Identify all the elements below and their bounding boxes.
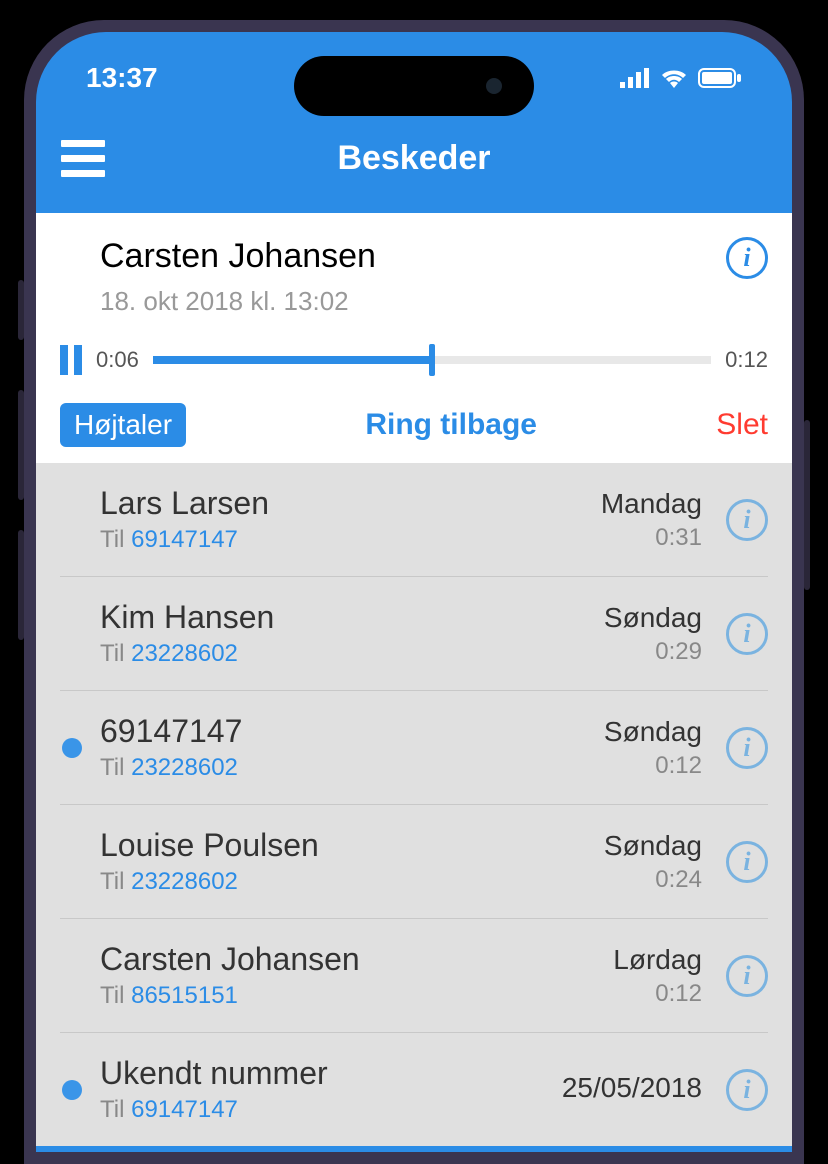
- message-meta: Mandag 0:31: [601, 488, 702, 552]
- message-day: Søndag: [604, 602, 702, 634]
- page-title: Beskeder: [337, 139, 490, 178]
- menu-icon[interactable]: [61, 140, 105, 177]
- message-recipient: Til 23228602: [100, 754, 588, 782]
- nav-bar: Beskeder: [36, 104, 792, 213]
- callback-button[interactable]: Ring tilbage: [365, 408, 537, 442]
- message-recipient: Til 23228602: [100, 640, 588, 668]
- notch: [294, 56, 534, 116]
- info-icon[interactable]: i: [726, 1069, 768, 1111]
- side-button: [18, 280, 24, 340]
- message-recipient: Til 23228602: [100, 868, 588, 896]
- info-icon[interactable]: i: [726, 841, 768, 883]
- message-duration: 0:31: [601, 524, 702, 552]
- recipient-number: 86515151: [131, 982, 238, 1009]
- message-day: Søndag: [604, 830, 702, 862]
- player-caller-name: Carsten Johansen: [60, 237, 376, 276]
- recipient-number: 23228602: [131, 868, 238, 895]
- message-list: Lars LarsenTil 69147147Mandag0:31iKim Ha…: [36, 463, 792, 1146]
- message-recipient: Til 69147147: [100, 526, 585, 554]
- message-caller-name: Louise Poulsen: [100, 827, 588, 864]
- content: Carsten Johansen 18. okt 2018 kl. 13:02 …: [36, 213, 792, 1146]
- message-main: 69147147 Til 23228602: [100, 713, 588, 782]
- message-meta: Søndag 0:24: [604, 830, 702, 894]
- message-main: Louise Poulsen Til 23228602: [100, 827, 588, 896]
- message-main: Kim Hansen Til 23228602: [100, 599, 588, 668]
- message-recipient: Til 69147147: [100, 1096, 546, 1124]
- pause-button[interactable]: [60, 345, 82, 375]
- progress-slider[interactable]: [153, 356, 711, 364]
- phone-frame: 13:37 Beskeder Carsten Johansen 18. okt …: [24, 20, 804, 1164]
- message-caller-name: Ukendt nummer: [100, 1055, 546, 1092]
- message-row[interactable]: Carsten Johansen Til 86515151 Lørdag 0:12 i: [60, 919, 768, 1033]
- unread-indicator-col: [60, 738, 84, 758]
- message-day: Lørdag: [613, 944, 702, 976]
- message-main: Lars Larsen Til 69147147: [100, 485, 585, 554]
- message-row[interactable]: Kim Hansen Til 23228602 Søndag 0:29 i: [60, 577, 768, 691]
- message-main: Ukendt nummer Til 69147147: [100, 1055, 546, 1124]
- message-meta: Lørdag 0:12: [613, 944, 702, 1008]
- message-row[interactable]: Lars Larsen Til 69147147 Mandag 0:31 i: [60, 463, 768, 577]
- side-button: [804, 420, 810, 590]
- message-day: Mandag: [601, 488, 702, 520]
- info-icon[interactable]: i: [726, 237, 768, 279]
- info-icon[interactable]: i: [726, 613, 768, 655]
- recipient-number: 23228602: [131, 640, 238, 667]
- battery-icon: [698, 68, 742, 88]
- progress-fill: [153, 356, 432, 364]
- message-caller-name: Kim Hansen: [100, 599, 588, 636]
- message-meta: Søndag 0:29: [604, 602, 702, 666]
- unread-indicator-col: [60, 1080, 84, 1100]
- side-button: [18, 390, 24, 500]
- message-main: Carsten Johansen Til 86515151: [100, 941, 597, 1010]
- info-icon[interactable]: i: [726, 955, 768, 997]
- unread-dot-icon: [62, 1080, 82, 1100]
- delete-button[interactable]: Slet: [716, 408, 768, 442]
- message-meta: Søndag 0:12: [604, 716, 702, 780]
- wifi-icon: [660, 68, 688, 88]
- info-icon[interactable]: i: [726, 499, 768, 541]
- message-duration: 0:12: [604, 752, 702, 780]
- total-time: 0:12: [725, 347, 768, 373]
- playback-progress: 0:06 0:12: [60, 345, 768, 375]
- message-day: 25/05/2018: [562, 1072, 702, 1104]
- message-row[interactable]: 69147147 Til 23228602 Søndag 0:12 i: [60, 691, 768, 805]
- side-button: [18, 530, 24, 640]
- message-row[interactable]: Ukendt nummer Til 69147147 25/05/2018 i: [60, 1033, 768, 1146]
- progress-handle[interactable]: [429, 344, 435, 376]
- recipient-number: 69147147: [131, 526, 238, 553]
- speaker-button[interactable]: Højtaler: [60, 403, 186, 447]
- screen: 13:37 Beskeder Carsten Johansen 18. okt …: [36, 32, 792, 1152]
- unread-dot-icon: [62, 738, 82, 758]
- info-icon[interactable]: i: [726, 727, 768, 769]
- message-recipient: Til 86515151: [100, 982, 597, 1010]
- message-duration: 0:29: [604, 638, 702, 666]
- signal-icon: [620, 68, 650, 88]
- player-date: 18. okt 2018 kl. 13:02: [60, 286, 376, 317]
- message-day: Søndag: [604, 716, 702, 748]
- message-duration: 0:24: [604, 866, 702, 894]
- voicemail-player: Carsten Johansen 18. okt 2018 kl. 13:02 …: [36, 213, 792, 463]
- status-icons: [620, 68, 742, 88]
- elapsed-time: 0:06: [96, 347, 139, 373]
- player-actions: Højtaler Ring tilbage Slet: [60, 403, 768, 447]
- recipient-number: 69147147: [131, 1096, 238, 1123]
- status-time: 13:37: [86, 62, 158, 94]
- message-meta: 25/05/2018: [562, 1072, 702, 1108]
- recipient-number: 23228602: [131, 754, 238, 781]
- message-duration: 0:12: [613, 980, 702, 1008]
- message-caller-name: 69147147: [100, 713, 588, 750]
- message-caller-name: Carsten Johansen: [100, 941, 597, 978]
- message-caller-name: Lars Larsen: [100, 485, 585, 522]
- message-row[interactable]: Louise Poulsen Til 23228602 Søndag 0:24 i: [60, 805, 768, 919]
